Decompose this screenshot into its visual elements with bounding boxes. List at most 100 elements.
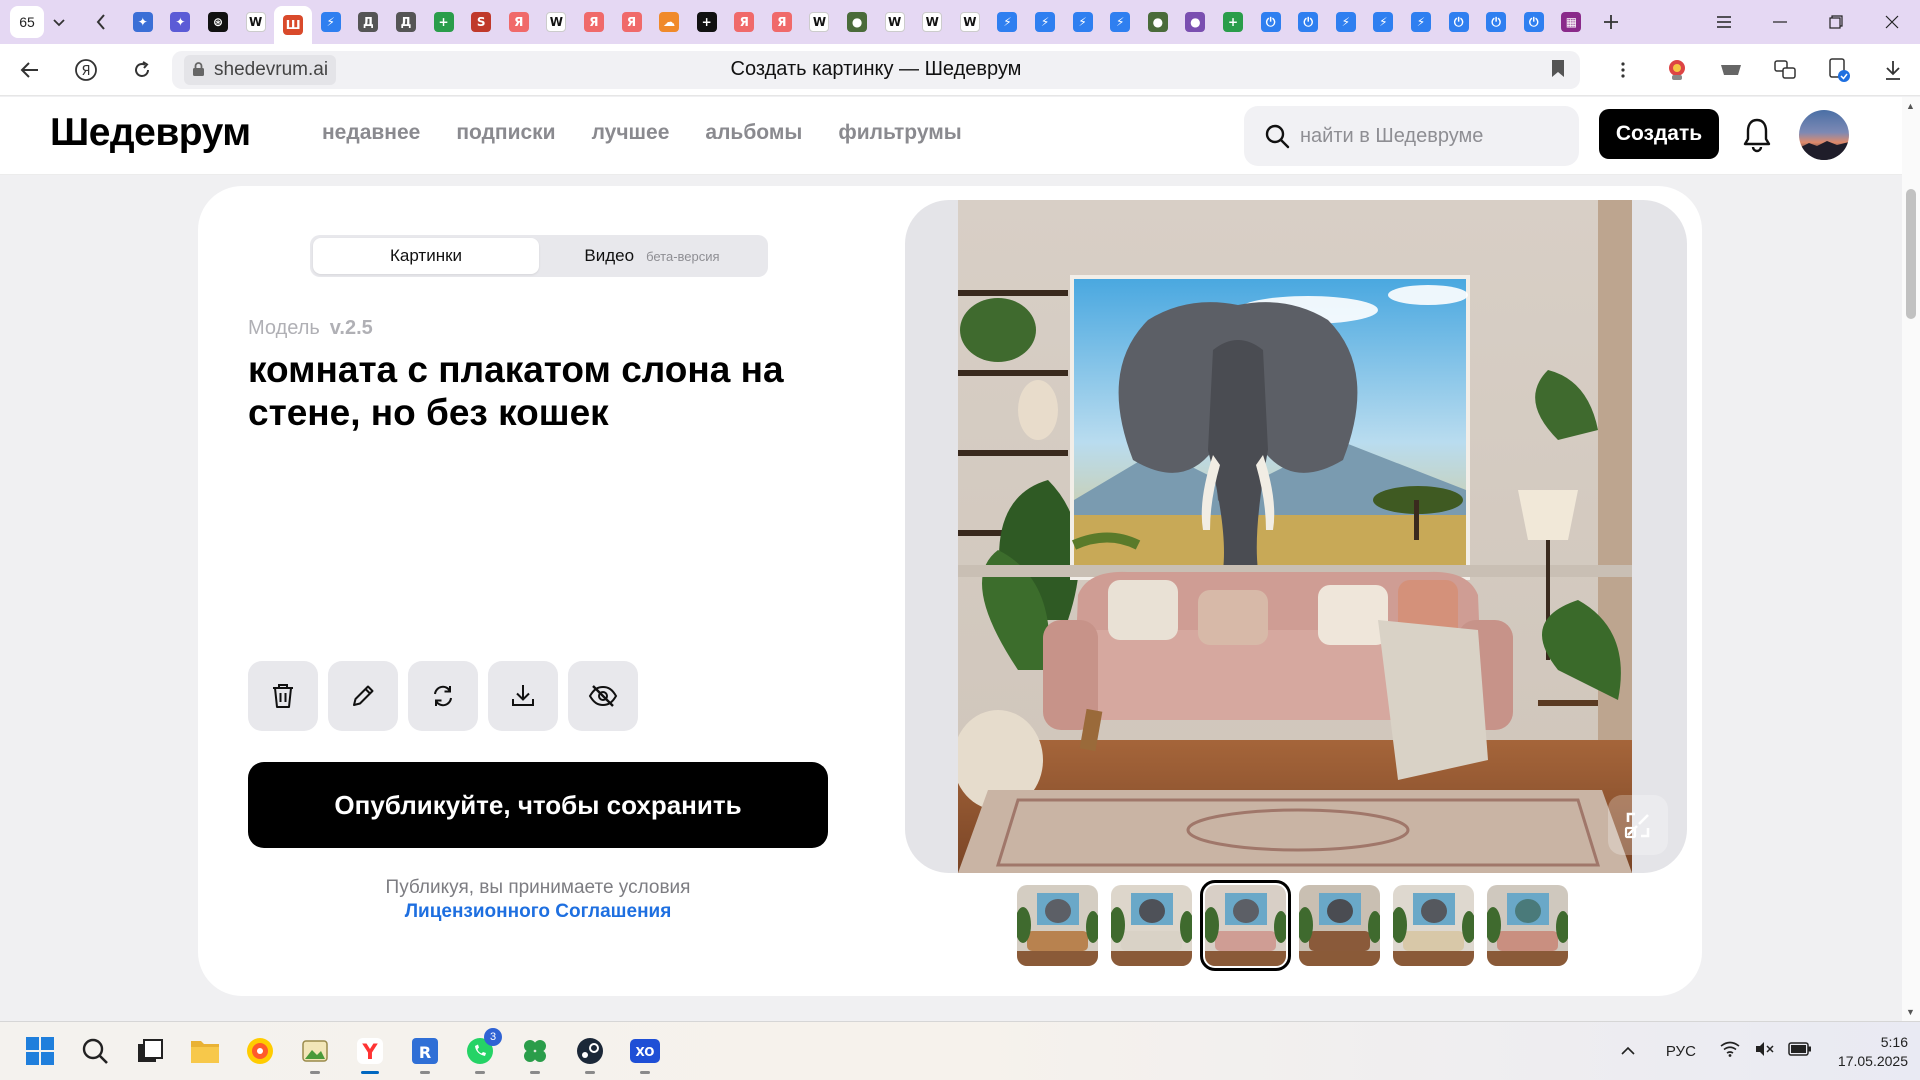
browser-tab[interactable]: + (425, 4, 463, 40)
license-agreement-link[interactable]: Лицензионного Соглашения (248, 900, 828, 924)
more-icon[interactable] (1596, 44, 1650, 96)
scroll-up-icon[interactable]: ▲ (1906, 101, 1915, 111)
browser-tab[interactable]: ● (838, 4, 876, 40)
browser-tab[interactable]: ⚡ (1365, 4, 1403, 40)
close-button[interactable] (1864, 0, 1920, 44)
nav-item-filters[interactable]: фильтрумы (838, 121, 961, 145)
search-box[interactable] (1244, 106, 1579, 166)
file-explorer-icon[interactable] (185, 1030, 225, 1072)
clover-icon[interactable] (515, 1030, 555, 1074)
image-thumbnail[interactable] (1200, 880, 1291, 971)
avatar[interactable] (1799, 110, 1849, 160)
back-button[interactable] (2, 50, 58, 90)
image-viewer-icon[interactable] (295, 1030, 335, 1074)
delete-button[interactable] (248, 661, 318, 731)
browser-tab[interactable]: Я (726, 4, 764, 40)
browser-tab[interactable]: ● (1177, 4, 1215, 40)
browser-tab[interactable]: + (1214, 4, 1252, 40)
site-logo[interactable]: Шедеврум (50, 111, 251, 155)
nav-item-subscriptions[interactable]: подписки (456, 121, 555, 145)
battery-icon[interactable] (1788, 1042, 1812, 1061)
nav-item-recent[interactable]: недавнее (322, 121, 420, 145)
browser-tab[interactable]: Я (500, 4, 538, 40)
edit-button[interactable] (328, 661, 398, 731)
translate-icon[interactable] (1758, 44, 1812, 96)
browser-tab[interactable]: Я (575, 4, 613, 40)
browser-tab[interactable]: ⚡ (989, 4, 1027, 40)
browser-tab[interactable]: Ш (274, 6, 312, 44)
browser-menu-icon[interactable] (1696, 0, 1752, 44)
browser-tab[interactable]: ⏻ (1477, 4, 1515, 40)
regenerate-button[interactable] (408, 661, 478, 731)
browser-tab[interactable]: ⏻ (1289, 4, 1327, 40)
browser-tab[interactable]: ▦ (1553, 4, 1591, 40)
browser-tab[interactable]: W (951, 4, 989, 40)
muted-speaker-icon[interactable] (1754, 1041, 1774, 1062)
image-thumbnail[interactable] (1487, 885, 1568, 966)
browser-tab[interactable]: ☁ (650, 4, 688, 40)
browser-tab[interactable]: ⏻ (1252, 4, 1290, 40)
browser-tab[interactable]: W (876, 4, 914, 40)
yandex-music-icon[interactable] (240, 1030, 280, 1072)
tabs-scroll-left-icon[interactable] (86, 7, 116, 37)
extension-badge-icon[interactable] (1812, 44, 1866, 96)
browser-tab[interactable]: W (237, 4, 275, 40)
page-scrollbar[interactable]: ▲ ▼ (1902, 97, 1920, 1021)
steam-icon[interactable] (570, 1030, 610, 1074)
browser-tab[interactable]: ⚡ (312, 4, 350, 40)
scrollbar-thumb[interactable] (1906, 189, 1916, 319)
chevron-up-icon[interactable] (1620, 1043, 1636, 1061)
image-thumbnail[interactable] (1393, 885, 1474, 966)
browser-tab[interactable]: W (801, 4, 839, 40)
whatsapp-icon[interactable]: 3 (460, 1028, 502, 1074)
tab-video[interactable]: Видео бета-версия (539, 238, 765, 274)
windows-start-icon[interactable] (20, 1030, 60, 1072)
browser-tab[interactable]: S (462, 4, 500, 40)
browser-tab[interactable]: Д (387, 4, 425, 40)
image-thumbnail[interactable] (1111, 885, 1192, 966)
extension-icon[interactable] (1650, 44, 1704, 96)
create-button[interactable]: Создать (1599, 109, 1719, 159)
browser-tab[interactable]: Д (350, 4, 388, 40)
yandex-home-icon[interactable]: Я (58, 50, 114, 90)
browser-tab[interactable]: ✦ (162, 4, 200, 40)
hide-button[interactable] (568, 661, 638, 731)
search-icon[interactable] (75, 1030, 115, 1072)
browser-tab[interactable]: Я (763, 4, 801, 40)
generated-image[interactable] (958, 200, 1632, 873)
browser-tab[interactable]: ⚡ (1402, 4, 1440, 40)
nav-item-albums[interactable]: альбомы (705, 121, 802, 145)
image-thumbnail[interactable] (1299, 885, 1380, 966)
bookmark-icon[interactable] (1550, 59, 1566, 84)
new-tab-button[interactable] (1596, 7, 1626, 37)
browser-tab[interactable]: W (913, 4, 951, 40)
publish-button[interactable]: Опубликуйте, чтобы сохранить (248, 762, 828, 848)
clock[interactable]: 5:16 17.05.2025 (1838, 1033, 1908, 1071)
downloads-icon[interactable] (1866, 44, 1920, 96)
download-button[interactable] (488, 661, 558, 731)
browser-tab[interactable]: Я (613, 4, 651, 40)
url-host[interactable]: shedevrum.ai (184, 54, 337, 85)
tab-list-chevron-icon[interactable] (44, 7, 74, 37)
browser-tab[interactable]: ⚡ (1327, 4, 1365, 40)
url-field[interactable]: Создать картинку — Шедеврум shedevrum.ai (172, 50, 1580, 89)
browser-tab[interactable]: W (538, 4, 576, 40)
browser-tab[interactable]: ● (1139, 4, 1177, 40)
search-input[interactable] (1300, 124, 1570, 148)
restore-button[interactable] (1808, 0, 1864, 44)
tab-images[interactable]: Картинки (313, 238, 539, 274)
task-view-icon[interactable] (130, 1030, 170, 1072)
xo-icon[interactable]: XO (625, 1030, 665, 1074)
nav-item-best[interactable]: лучшее (592, 121, 670, 145)
expand-button[interactable] (1608, 795, 1668, 855)
browser-tab[interactable]: ⚡ (1101, 4, 1139, 40)
browser-tab[interactable]: ⚡ (1064, 4, 1102, 40)
browser-tab[interactable]: ⊛ (199, 4, 237, 40)
language-indicator[interactable]: РУС (1666, 1043, 1696, 1060)
browser-tab[interactable]: ✦ (124, 4, 162, 40)
cloud-extension-icon[interactable] (1704, 44, 1758, 96)
remote-app-icon[interactable]: R (405, 1030, 445, 1074)
tab-counter[interactable]: 65 (10, 6, 44, 38)
scroll-down-icon[interactable]: ▼ (1906, 1007, 1915, 1017)
yandex-browser-icon[interactable]: Y (350, 1030, 390, 1074)
